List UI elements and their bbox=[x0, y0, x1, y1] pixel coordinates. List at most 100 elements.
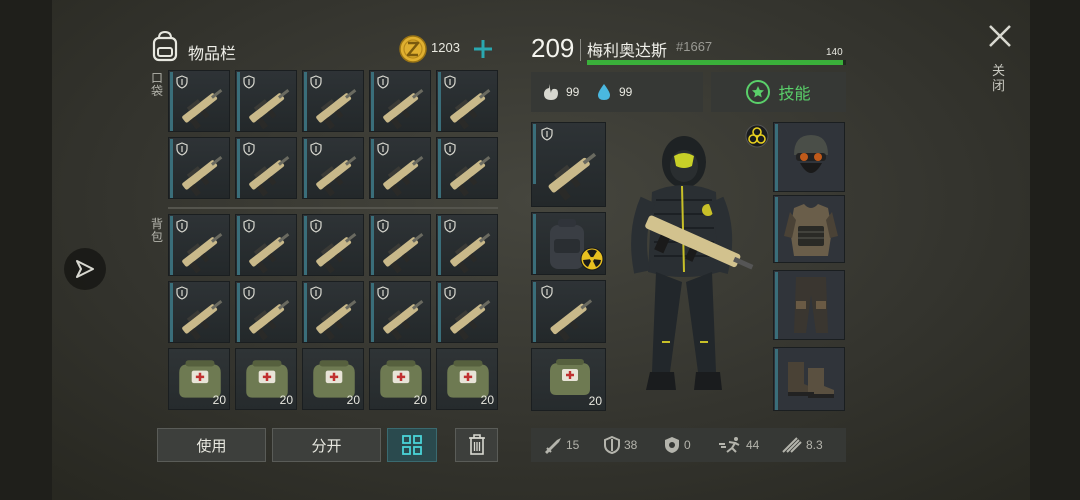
rifle-icon bbox=[182, 300, 223, 341]
attack-value: 15 bbox=[566, 438, 580, 452]
inventory-slot-rifle[interactable] bbox=[436, 137, 498, 199]
split-button[interactable]: 分开 bbox=[272, 428, 381, 462]
trash-icon bbox=[468, 434, 485, 455]
xp-bar bbox=[587, 60, 846, 65]
character-preview bbox=[612, 122, 762, 412]
equip-body-armor[interactable] bbox=[773, 195, 845, 263]
inventory-slot-rifle[interactable] bbox=[235, 70, 297, 132]
stealth-value: 8.3 bbox=[806, 438, 823, 452]
inventory-slot-rifle[interactable] bbox=[235, 214, 297, 276]
send-button[interactable] bbox=[64, 248, 106, 290]
equip-boots[interactable] bbox=[773, 347, 845, 411]
left-edge bbox=[0, 0, 52, 500]
inventory-slot-rifle[interactable] bbox=[369, 214, 431, 276]
player-id: #1667 bbox=[676, 39, 713, 54]
xp-bar-fill bbox=[587, 60, 844, 65]
rifle-icon bbox=[550, 299, 593, 342]
quantity-label: 20 bbox=[346, 393, 360, 407]
shield-stat-icon bbox=[604, 436, 620, 454]
inventory-slot-rifle[interactable] bbox=[302, 137, 364, 199]
rifle-icon bbox=[450, 233, 491, 274]
combat-stats-bar: 15 38 0 44 8.3 bbox=[531, 428, 846, 462]
radiation-badge-icon bbox=[580, 247, 604, 271]
inventory-slot-rifle[interactable] bbox=[369, 137, 431, 199]
coin-count: 1203 bbox=[431, 40, 460, 55]
inventory-slot-rifle[interactable] bbox=[235, 137, 297, 199]
close-label[interactable]: 关闭 bbox=[992, 64, 1006, 94]
inventory-slot-rifle[interactable] bbox=[436, 214, 498, 276]
close-button[interactable] bbox=[986, 22, 1014, 50]
inventory-slot-rifle[interactable] bbox=[302, 70, 364, 132]
rifle-icon bbox=[450, 89, 491, 130]
sort-button[interactable] bbox=[387, 428, 437, 462]
inventory-slot-medkit[interactable]: 20 bbox=[235, 348, 297, 410]
rifle-icon bbox=[450, 300, 491, 341]
inventory-slot-medkit[interactable]: 20 bbox=[436, 348, 498, 410]
stealth-icon bbox=[782, 437, 802, 453]
vest-icon bbox=[784, 204, 838, 256]
player-level: 209 bbox=[531, 33, 575, 63]
inventory-slot-medkit[interactable]: 20 bbox=[369, 348, 431, 410]
inventory-slot-rifle[interactable] bbox=[168, 214, 230, 276]
right-edge bbox=[1030, 0, 1080, 500]
delete-button[interactable] bbox=[455, 428, 498, 462]
rifle-icon bbox=[316, 300, 357, 341]
armor-value: 38 bbox=[624, 438, 638, 452]
inventory-slot-rifle[interactable] bbox=[302, 214, 364, 276]
rifle-icon bbox=[548, 152, 597, 201]
inventory-slot-medkit[interactable]: 20 bbox=[302, 348, 364, 410]
speed-stat: 44 bbox=[719, 436, 759, 454]
quantity-label: 20 bbox=[480, 393, 494, 407]
pants-icon bbox=[794, 277, 828, 333]
water-icon bbox=[598, 84, 610, 100]
inventory-slot-rifle[interactable] bbox=[168, 137, 230, 199]
inventory-slot-rifle[interactable] bbox=[168, 281, 230, 343]
section-divider bbox=[168, 207, 498, 209]
inventory-slot-rifle[interactable] bbox=[436, 281, 498, 343]
coin-icon bbox=[399, 35, 427, 63]
inventory-slot-rifle[interactable] bbox=[168, 70, 230, 132]
boots-icon bbox=[788, 362, 834, 398]
running-icon bbox=[719, 437, 740, 453]
attack-stat: 15 bbox=[543, 436, 579, 454]
rifle-icon bbox=[249, 233, 290, 274]
inventory-slot-rifle[interactable] bbox=[369, 70, 431, 132]
sword-icon bbox=[545, 438, 561, 454]
skills-button[interactable]: 技能 bbox=[711, 72, 846, 112]
inventory-slot-rifle[interactable] bbox=[235, 281, 297, 343]
rifle-icon bbox=[383, 300, 424, 341]
grid-icon bbox=[402, 435, 422, 455]
rifle-icon bbox=[182, 233, 223, 274]
rifle-icon bbox=[249, 300, 290, 341]
rifle-icon bbox=[316, 89, 357, 130]
skills-label: 技能 bbox=[778, 84, 811, 103]
rifle-icon bbox=[249, 89, 290, 130]
rifle-icon bbox=[249, 156, 290, 197]
quantity-label: 20 bbox=[212, 393, 226, 407]
stealth-stat: 8.3 bbox=[781, 436, 823, 454]
level-separator bbox=[580, 39, 581, 61]
equip-backpack[interactable] bbox=[531, 212, 606, 275]
equip-pants[interactable] bbox=[773, 270, 845, 340]
inventory-slot-rifle[interactable] bbox=[369, 281, 431, 343]
rifle-icon bbox=[450, 156, 491, 197]
equip-primary-weapon[interactable] bbox=[531, 122, 606, 207]
water-value: 99 bbox=[619, 85, 633, 99]
rifle-icon bbox=[316, 233, 357, 274]
quantity-label: 20 bbox=[413, 393, 427, 407]
shield-icon bbox=[541, 127, 553, 141]
quantity-label: 20 bbox=[588, 394, 602, 408]
helmet-icon bbox=[794, 135, 828, 173]
add-coins-button[interactable] bbox=[472, 38, 494, 60]
equip-helmet[interactable] bbox=[773, 122, 845, 192]
speed-value: 44 bbox=[746, 438, 760, 452]
use-button[interactable]: 使用 bbox=[157, 428, 266, 462]
inventory-slot-rifle[interactable] bbox=[436, 70, 498, 132]
rifle-icon bbox=[316, 156, 357, 197]
equip-secondary-weapon[interactable] bbox=[531, 280, 606, 343]
equip-quick-slot[interactable]: 20 bbox=[531, 348, 606, 411]
inventory-slot-rifle[interactable] bbox=[302, 281, 364, 343]
inventory-slot-medkit[interactable]: 20 bbox=[168, 348, 230, 410]
biohazard-icon[interactable] bbox=[745, 124, 769, 148]
quantity-label: 20 bbox=[279, 393, 293, 407]
